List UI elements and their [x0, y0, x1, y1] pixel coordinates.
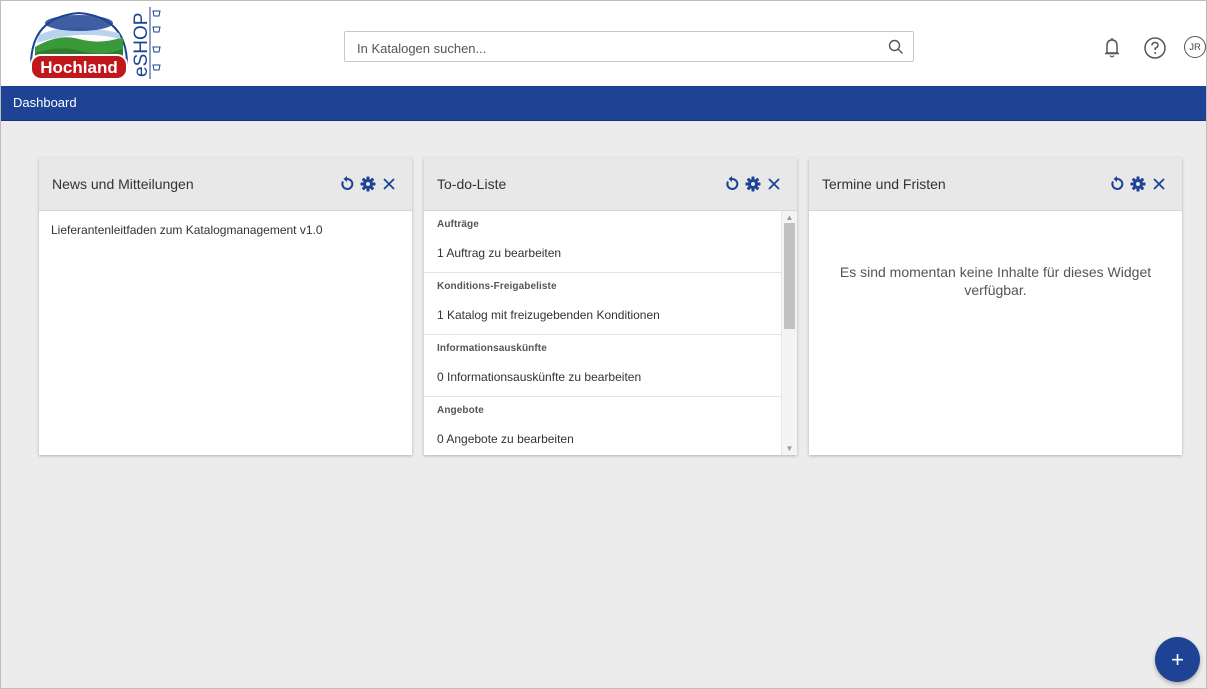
top-bar: Hochland eSHOP In Katalogen suchen... JR: [1, 1, 1206, 86]
search-icon[interactable]: [887, 38, 905, 56]
refresh-icon[interactable]: [1108, 175, 1126, 193]
widget-body: Aufträge 1 Auftrag zu bearbeiten Konditi…: [424, 211, 797, 455]
widget-header: Termine und Fristen: [809, 158, 1182, 211]
news-item-link[interactable]: Lieferantenleitfaden zum Katalogmanageme…: [51, 223, 323, 237]
logo-brand-text: Hochland: [40, 58, 117, 77]
nav-bar: Dashboard: [1, 86, 1206, 121]
scroll-thumb[interactable]: [784, 223, 795, 329]
close-icon[interactable]: [765, 175, 783, 193]
todo-category: Angebote: [437, 405, 484, 416]
todo-section: Informationsauskünfte 0 Informationsausk…: [424, 335, 781, 397]
hochland-eshop-logo[interactable]: Hochland eSHOP: [29, 3, 169, 81]
gear-icon[interactable]: [359, 175, 377, 193]
scroll-up-icon[interactable]: ▲: [785, 213, 794, 222]
widget-todo: To-do-Liste Aufträge 1 Auftrag zu bearbe…: [424, 158, 797, 455]
widget-header: News und Mitteilungen: [39, 158, 412, 211]
todo-item-link[interactable]: 1 Katalog mit freizugebenden Konditionen: [437, 308, 660, 322]
todo-category: Konditions-Freigabeliste: [437, 281, 557, 292]
todo-category: Informationsauskünfte: [437, 343, 547, 354]
avatar[interactable]: JR: [1184, 36, 1206, 58]
plus-icon: +: [1171, 646, 1184, 672]
refresh-icon[interactable]: [723, 175, 741, 193]
empty-state-message: Es sind momentan keine Inhalte für diese…: [839, 264, 1152, 298]
widget-header: To-do-Liste: [424, 158, 797, 211]
widget-title: Termine und Fristen: [822, 176, 946, 192]
todo-category: Aufträge: [437, 219, 479, 230]
refresh-icon[interactable]: [338, 175, 356, 193]
bell-icon[interactable]: [1099, 35, 1125, 61]
search-input[interactable]: [355, 38, 879, 58]
widget-news: News und Mitteilungen Lieferantenleitfad…: [39, 158, 412, 455]
widget-actions: [723, 175, 783, 193]
close-icon[interactable]: [1150, 175, 1168, 193]
gear-icon[interactable]: [744, 175, 762, 193]
widget-body: Lieferantenleitfaden zum Katalogmanageme…: [39, 211, 412, 455]
add-widget-button[interactable]: +: [1155, 637, 1200, 682]
widget-actions: [1108, 175, 1168, 193]
todo-item-link[interactable]: 0 Informationsauskünfte zu bearbeiten: [437, 370, 641, 384]
todo-section: Angebote 0 Angebote zu bearbeiten: [424, 397, 781, 455]
widget-title: News und Mitteilungen: [52, 176, 194, 192]
user-initials: JR: [1189, 41, 1201, 53]
app-frame: Hochland eSHOP In Katalogen suchen... JR…: [0, 0, 1207, 689]
catalog-search[interactable]: [344, 31, 914, 62]
todo-item-link[interactable]: 1 Auftrag zu bearbeiten: [437, 246, 561, 260]
widget-title: To-do-Liste: [437, 176, 507, 192]
todo-section: Konditions-Freigabeliste 1 Katalog mit f…: [424, 273, 781, 335]
logo-product-text: eSHOP: [131, 13, 152, 77]
widget-actions: [338, 175, 398, 193]
breadcrumb[interactable]: Dashboard: [13, 95, 77, 110]
gear-icon[interactable]: [1129, 175, 1147, 193]
help-icon[interactable]: [1142, 35, 1168, 61]
widget-deadlines: Termine und Fristen Es sind momentan kei…: [809, 158, 1182, 455]
todo-item-link[interactable]: 0 Angebote zu bearbeiten: [437, 432, 574, 446]
close-icon[interactable]: [380, 175, 398, 193]
todo-section: Aufträge 1 Auftrag zu bearbeiten: [424, 211, 781, 273]
scroll-down-icon[interactable]: ▼: [785, 444, 794, 453]
scrollbar[interactable]: ▲ ▼: [781, 211, 797, 455]
todo-list: Aufträge 1 Auftrag zu bearbeiten Konditi…: [424, 211, 781, 455]
widget-body: Es sind momentan keine Inhalte für diese…: [809, 211, 1182, 455]
